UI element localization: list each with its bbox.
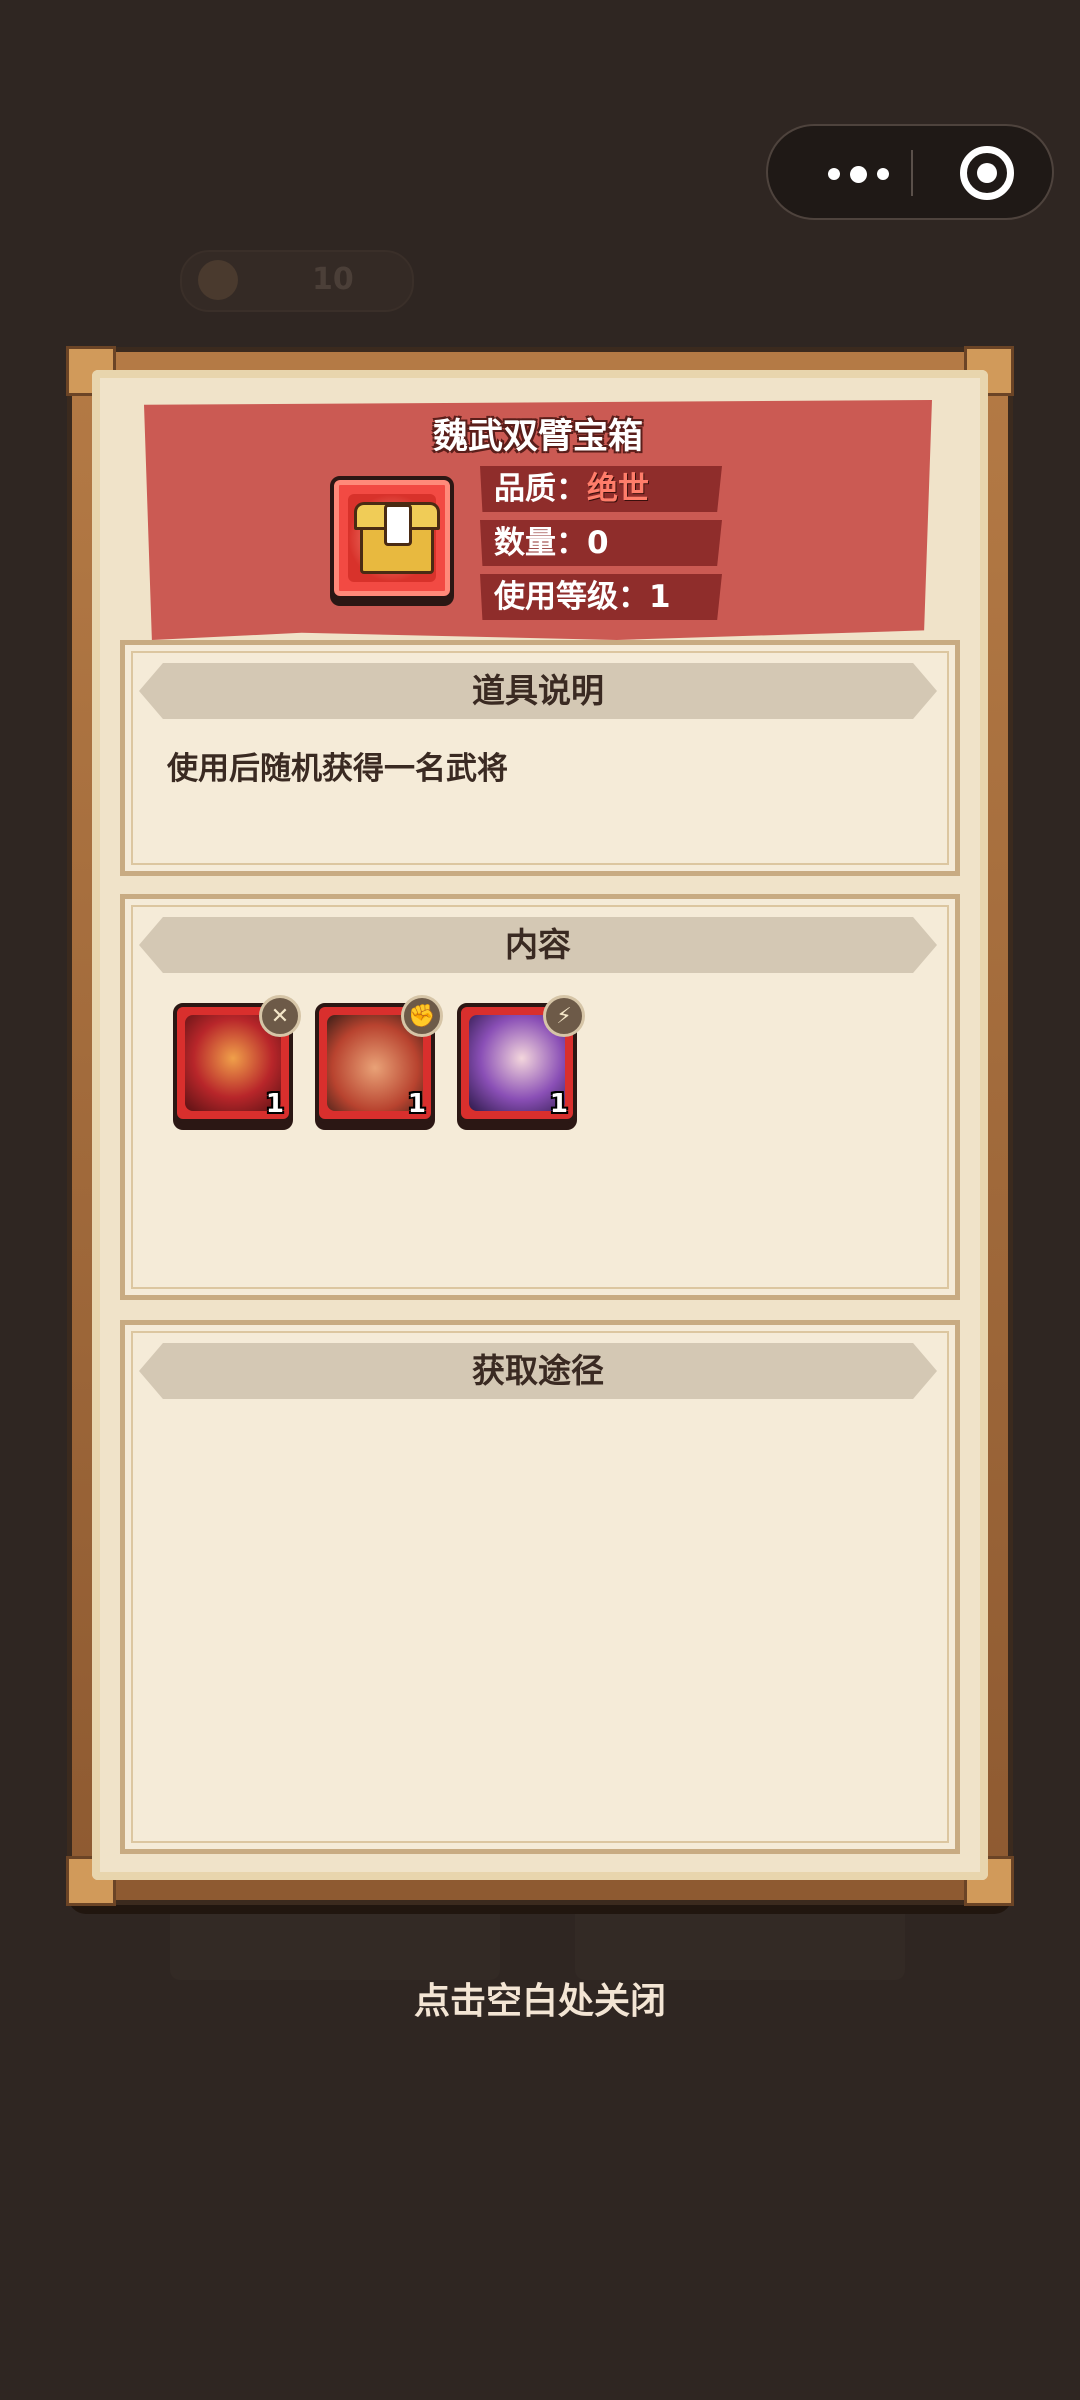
currency-bag-icon bbox=[198, 260, 238, 300]
level-stat: 使用等级：1 bbox=[480, 574, 722, 620]
treasure-chest-icon bbox=[330, 476, 454, 600]
item-detail-panel: 魏武双臂宝箱 品质：绝世 数量：0 使用等级：1 道具说明 使用后随机获得一名武… bbox=[66, 346, 1014, 1906]
quality-value: 绝世 bbox=[587, 471, 649, 507]
quantity-value: 0 bbox=[587, 525, 609, 561]
item-title: 魏武双臂宝箱 bbox=[432, 417, 643, 457]
item-banner: 魏武双臂宝箱 品质：绝世 数量：0 使用等级：1 bbox=[144, 400, 932, 640]
obtain-section: 获取途径 bbox=[120, 1320, 960, 1854]
hero-count: 1 bbox=[407, 1089, 426, 1119]
lightning-icon: ⚡ bbox=[543, 995, 585, 1037]
description-text: 使用后随机获得一名武将 bbox=[167, 751, 508, 787]
fist-icon: ✊ bbox=[401, 995, 443, 1037]
quality-label: 品质： bbox=[494, 471, 587, 507]
currency-value: 10 bbox=[312, 262, 354, 297]
background-currency: 10 bbox=[180, 250, 414, 312]
capsule-divider bbox=[911, 150, 913, 196]
close-hint[interactable]: 点击空白处关闭 bbox=[0, 1972, 1080, 2024]
hero-count: 1 bbox=[265, 1089, 284, 1119]
contents-section: 内容 ✕ 1 ✊ 1 ⚡ 1 bbox=[120, 894, 960, 1300]
paper-background: 魏武双臂宝箱 品质：绝世 数量：0 使用等级：1 道具说明 使用后随机获得一名武… bbox=[92, 370, 988, 1880]
quantity-label: 数量： bbox=[494, 525, 587, 561]
obtain-header: 获取途径 bbox=[139, 1343, 937, 1399]
quantity-stat: 数量：0 bbox=[480, 520, 722, 566]
hero-card[interactable]: ✕ 1 bbox=[173, 995, 301, 1123]
miniprogram-capsule bbox=[766, 124, 1054, 220]
hero-count: 1 bbox=[549, 1089, 568, 1119]
level-label: 使用等级： bbox=[494, 579, 649, 615]
description-header: 道具说明 bbox=[139, 663, 937, 719]
contents-header: 内容 bbox=[139, 917, 937, 973]
hero-card[interactable]: ⚡ 1 bbox=[457, 995, 585, 1123]
quality-stat: 品质：绝世 bbox=[480, 466, 722, 512]
target-icon[interactable] bbox=[960, 146, 1014, 200]
level-value: 1 bbox=[649, 579, 671, 615]
description-section: 道具说明 使用后随机获得一名武将 bbox=[120, 640, 960, 876]
more-dots-icon[interactable] bbox=[808, 154, 908, 194]
crossed-arrows-icon: ✕ bbox=[259, 995, 301, 1037]
hero-card[interactable]: ✊ 1 bbox=[315, 995, 443, 1123]
